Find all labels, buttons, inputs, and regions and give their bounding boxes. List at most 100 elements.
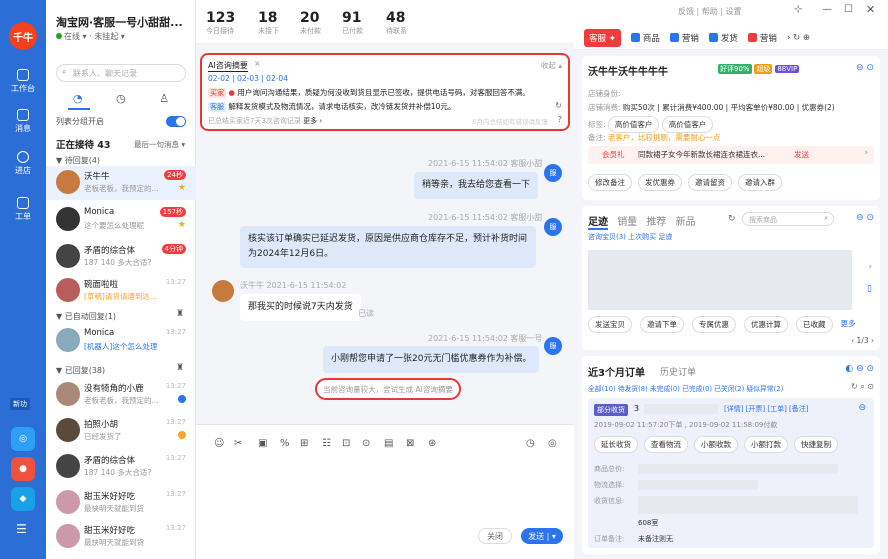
list-item[interactable]: 矛盾的综合体 187 140 多大合适? 13:27 xyxy=(46,450,196,484)
tab-history-icon[interactable]: ◷ xyxy=(116,92,126,105)
phone-icon[interactable]: ▯ xyxy=(867,284,872,294)
send-button[interactable]: 发送 | ▾ xyxy=(521,528,563,544)
order-filters[interactable]: 全部(10) 待发货(8) 未完成(0) 已完成(0) 已关闭(2) 疑似异常(… xyxy=(588,383,783,393)
product-card-placeholder[interactable] xyxy=(588,250,852,310)
group-pending[interactable]: ▼ 待回复(4) xyxy=(56,155,100,166)
send-coupon-button[interactable]: 发优惠券 xyxy=(638,174,682,191)
chevron-right-icon[interactable]: › xyxy=(864,148,868,158)
more-link[interactable]: 更多 › xyxy=(303,117,322,125)
stat-item[interactable]: 18 未接下 xyxy=(258,10,279,36)
location-icon[interactable]: ⊙ xyxy=(362,438,370,449)
more-button[interactable]: 更多 xyxy=(841,316,856,333)
plugin-app-icon[interactable]: ● xyxy=(11,457,35,481)
plugin-app-icon[interactable]: ◎ xyxy=(11,427,35,451)
summary-dates[interactable]: 02-02 | 02-03 | 02-04 xyxy=(208,74,288,83)
gift-icon[interactable]: ⊠ xyxy=(406,438,414,449)
menu-icon[interactable]: ☰ xyxy=(16,522,27,536)
collapse-icon[interactable]: ⊖ xyxy=(858,403,866,413)
tab-chat-icon[interactable]: ◔ xyxy=(73,92,83,105)
tab-new[interactable]: 新品 xyxy=(676,217,696,228)
online-status[interactable]: 在线 ▾ · 未挂起 ▾ xyxy=(56,31,125,42)
history-icon[interactable]: ◷ xyxy=(526,438,535,449)
tab-service[interactable]: 客服 ✦ xyxy=(584,28,621,47)
extend-receipt-button[interactable]: 延长收货 xyxy=(594,436,638,453)
shop-account-name[interactable]: 淘宝网·客服一号小甜甜... xyxy=(56,14,183,30)
order-number[interactable]: 3 xyxy=(634,404,639,413)
goods-pagination[interactable]: ‹ 1/3 › xyxy=(851,336,874,345)
quick-copy-button[interactable]: 快捷复制 xyxy=(794,436,838,453)
ai-summary-tip[interactable]: 当前咨询量较大，尝试生成 AI咨询摘要 xyxy=(315,378,461,400)
image-icon[interactable]: ▣ xyxy=(258,438,267,449)
list-item[interactable]: 没有犄角的小鹿 老板老板，我预定的... 13:27 xyxy=(46,378,196,412)
nav-workbench[interactable]: 工作台 xyxy=(0,62,46,100)
edit-note-button[interactable]: 修改备注 xyxy=(588,174,632,191)
tab-marketing[interactable]: 营销 xyxy=(669,32,699,44)
stat-item[interactable]: 20 未付款 xyxy=(300,10,321,36)
history-orders-tab[interactable]: 历史订单 xyxy=(660,365,696,378)
group-auto[interactable]: ▼ 已自动回复(1) xyxy=(56,311,116,322)
list-item[interactable]: 拍照小胡 已经发货了 13:27 xyxy=(46,414,196,448)
promo-bar[interactable]: 会员礼 同款裙子女今年新款长裙连衣裙连衣... 发送 › xyxy=(588,146,874,164)
view-logistics-button[interactable]: 查看物流 xyxy=(644,436,688,453)
collapse-button[interactable]: 收起 ▴ xyxy=(541,60,562,71)
refresh-icon[interactable]: ↻ xyxy=(555,101,562,110)
input-area[interactable]: ☺ ✂ ▣ % ⊞ ☷ ⊡ ⊙ ▤ ⊠ ⊛ ◷ ◎ 关闭 发送 | ▾ xyxy=(196,424,574,559)
invite-leave-info-button[interactable]: 邀请留资 xyxy=(688,174,732,191)
list-item[interactable]: 甜玉米好好吃 最快明天就能到货 13:27 xyxy=(46,486,196,520)
exclusive-discount-button[interactable]: 专属优惠 xyxy=(692,316,736,333)
invite-order-button[interactable]: 邀请下单 xyxy=(640,316,684,333)
tab-contacts-icon[interactable]: ♙ xyxy=(159,92,169,105)
group-replied[interactable]: ▼ 已回复(38) xyxy=(56,365,105,376)
customer-tag[interactable]: 高价值客户 xyxy=(661,116,714,133)
nav-store[interactable]: 进店 xyxy=(0,144,46,182)
discount-calc-button[interactable]: 优惠计算 xyxy=(744,316,788,333)
chevron-right-icon[interactable]: › xyxy=(868,262,872,272)
tab-marketing-2[interactable]: 营销 xyxy=(747,32,777,44)
emoji-icon[interactable]: ☺ xyxy=(214,438,224,449)
expand-icon[interactable]: ⊖ ⊙ xyxy=(856,213,874,223)
customer-tag[interactable]: 高价值客户 xyxy=(607,116,660,133)
sort-dropdown[interactable]: 最后一句消息 ▾ xyxy=(134,139,185,150)
order-icon[interactable]: ☷ xyxy=(322,438,331,449)
settings-icon[interactable]: ◎ xyxy=(548,438,557,449)
scissors-icon[interactable]: ✂ xyxy=(234,438,242,449)
expand-icon[interactable]: ⊖ ⊙ xyxy=(856,63,874,73)
tab-goods[interactable]: 商品 xyxy=(630,32,660,44)
list-item[interactable]: 碗面啦啦 [草稿]请货请通到达... 13:27 xyxy=(46,274,196,308)
tab-footprint[interactable]: 足迹 xyxy=(588,217,608,230)
list-item[interactable]: Monica 这个要怎么处理呢 157秒 ★ xyxy=(46,203,196,237)
stat-item[interactable]: 123 今日接待 xyxy=(206,10,235,36)
search-input[interactable]: ⌕ 联系人、聊天记录 xyxy=(56,64,186,82)
maximize-icon[interactable]: ☐ xyxy=(844,4,853,15)
tab-more-icon[interactable]: › ↻ ⊕ xyxy=(787,33,810,43)
card-icon[interactable]: ▤ xyxy=(384,438,393,449)
nav-message[interactable]: 消息 xyxy=(0,102,46,140)
close-button[interactable]: 关闭 xyxy=(478,528,512,544)
invite-group-button[interactable]: 邀请入群 xyxy=(738,174,782,191)
favorited-button[interactable]: 已收藏 xyxy=(796,316,833,333)
promo-send-button[interactable]: 发送 xyxy=(794,149,809,160)
stat-item[interactable]: 48 待联系 xyxy=(386,10,407,36)
close-window-icon[interactable]: ✕ xyxy=(866,3,875,16)
goods-search-input[interactable]: 搜索商品 ⌕ xyxy=(742,212,834,226)
group-toggle[interactable] xyxy=(166,116,186,127)
refresh-icon[interactable]: ↻ xyxy=(728,214,736,224)
product-icon[interactable]: ⊞ xyxy=(300,438,308,449)
summary-feedback[interactable]: 5月内总结如有错误请反馈 xyxy=(472,116,548,126)
pin-icon[interactable]: ⊹ xyxy=(794,4,802,15)
list-item[interactable]: 甜玉米好好吃 最快明天就能到货 13:27 xyxy=(46,520,196,554)
help-icon[interactable]: ? xyxy=(558,115,562,124)
send-goods-button[interactable]: 发送宝贝 xyxy=(588,316,632,333)
close-icon[interactable]: × xyxy=(254,59,261,68)
small-charge-button[interactable]: 小额收款 xyxy=(694,436,738,453)
top-links[interactable]: 反馈 | 帮助 | 设置 xyxy=(678,6,742,17)
small-payment-button[interactable]: 小额打款 xyxy=(744,436,788,453)
tab-sales[interactable]: 销量 xyxy=(617,217,637,228)
list-item[interactable]: 沃牛牛 老板老板，我预定的... 24秒 ★ xyxy=(46,166,196,200)
refresh-search-icon[interactable]: ↻ ⌕ ⊙ xyxy=(851,382,874,392)
list-item[interactable]: Monica [机器人]这个怎么处理 13:27 xyxy=(46,324,196,358)
coupon-icon[interactable]: % xyxy=(280,438,290,449)
minimize-icon[interactable]: — xyxy=(822,4,832,15)
goods-subtabs[interactable]: 咨询宝贝(3) 上次购买 足迹 xyxy=(588,232,672,242)
quick-reply-icon[interactable]: ⊡ xyxy=(342,438,350,449)
